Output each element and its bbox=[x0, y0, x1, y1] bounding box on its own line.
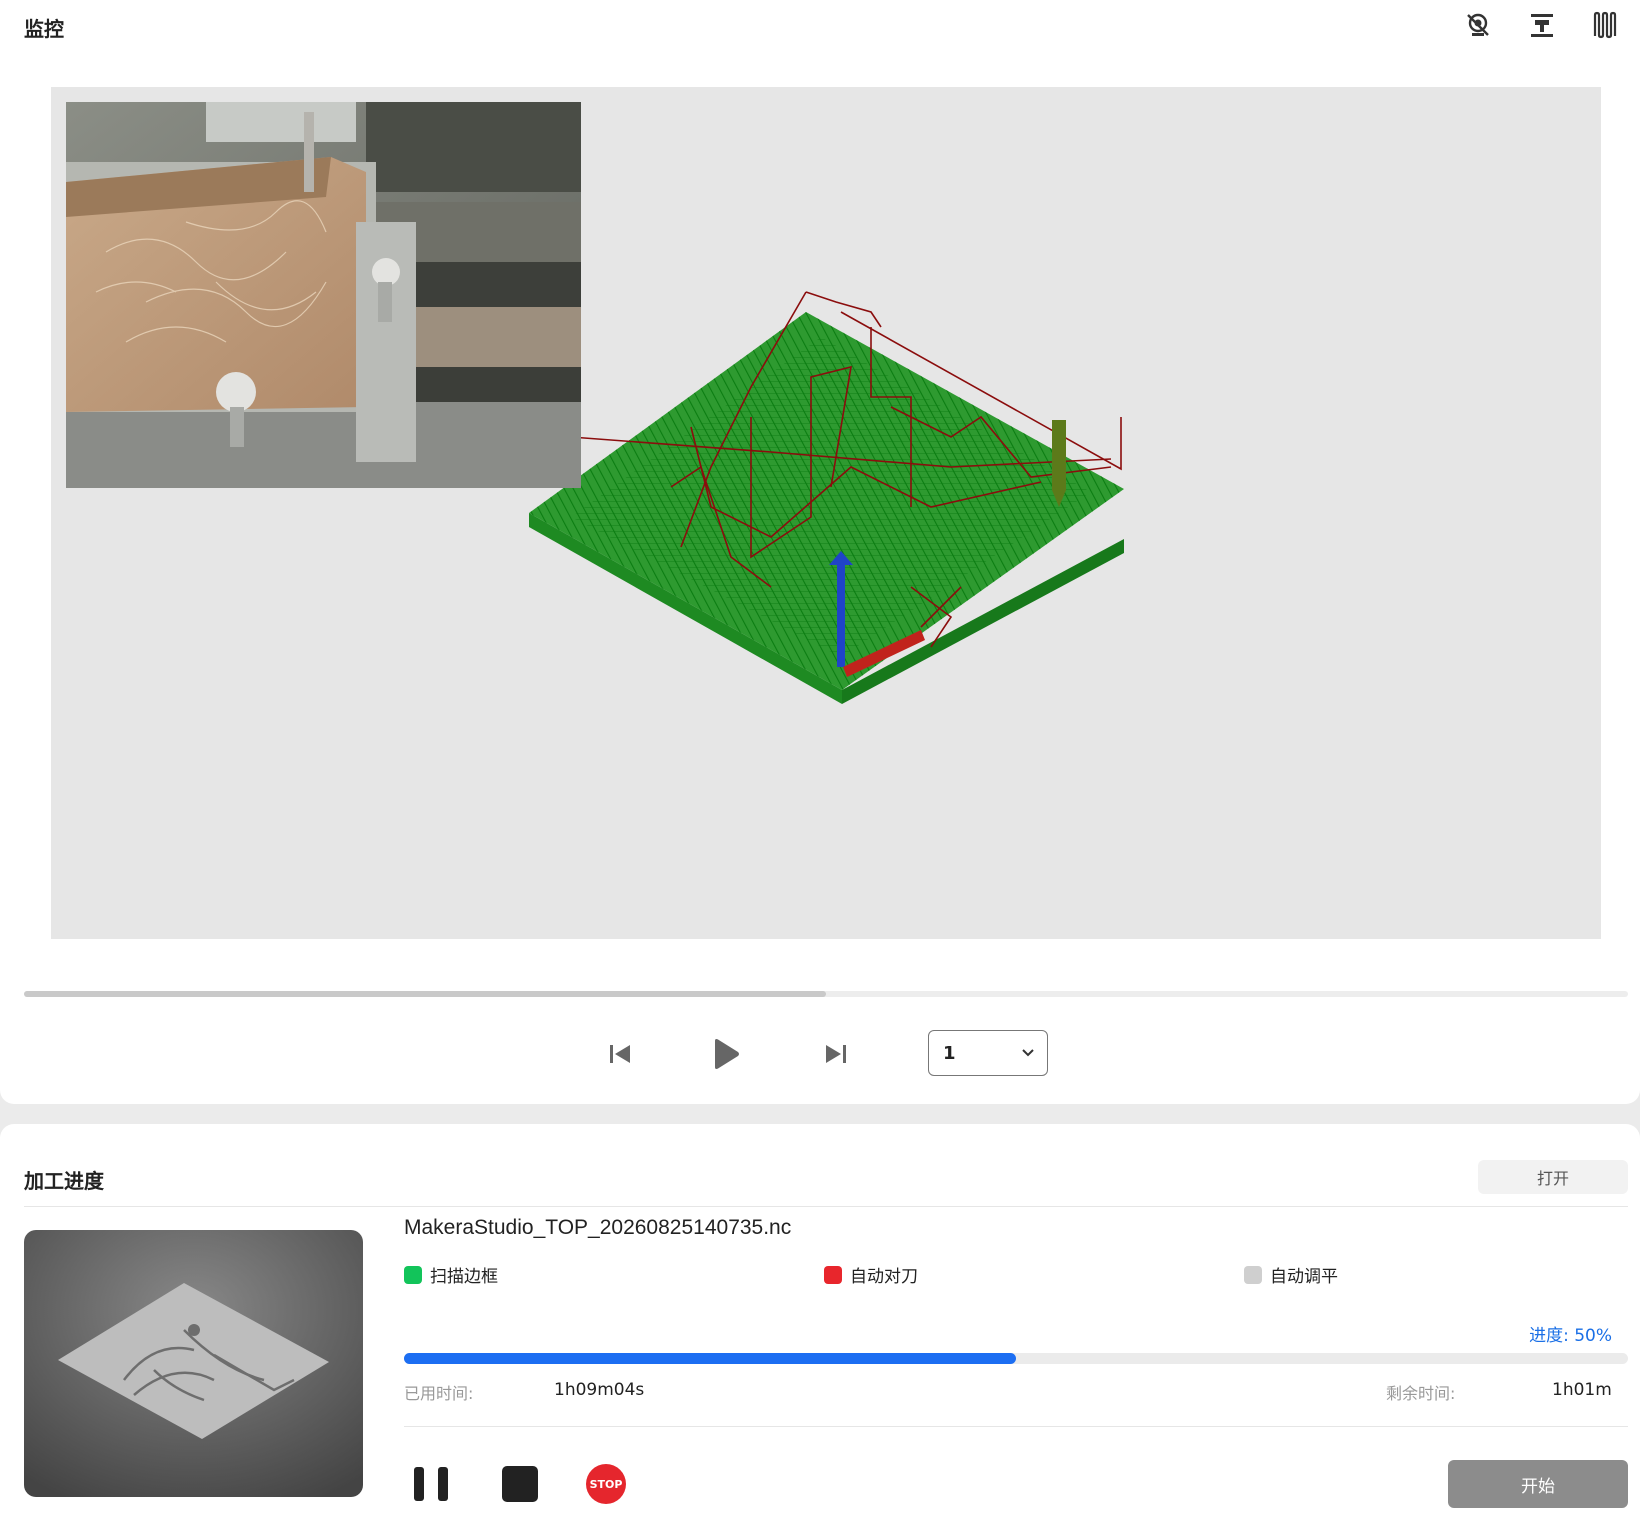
playback-controls: 1 bbox=[0, 1030, 1640, 1078]
step-label: 自动调平 bbox=[1270, 1267, 1338, 1287]
elapsed-time-value: 1h09m04s bbox=[554, 1380, 645, 1400]
section-divider bbox=[24, 1206, 1628, 1207]
step-scan-border: 扫描边框 bbox=[404, 1262, 498, 1287]
job-progress-bar bbox=[404, 1353, 1628, 1364]
stop-button[interactable] bbox=[500, 1462, 540, 1506]
scrubber-fill bbox=[24, 991, 826, 997]
skip-forward-icon bbox=[826, 1045, 846, 1063]
status-dot bbox=[1244, 1265, 1262, 1284]
progress-percent: 进度: 50% bbox=[1529, 1326, 1612, 1346]
status-dot bbox=[404, 1265, 422, 1284]
chevron-down-icon bbox=[1022, 1049, 1034, 1057]
playback-scrubber[interactable] bbox=[24, 991, 1628, 997]
open-button[interactable]: 打开 bbox=[1478, 1160, 1628, 1194]
skip-back-button[interactable] bbox=[600, 1030, 640, 1078]
page-title: 监控 bbox=[24, 17, 64, 41]
header-toolbar bbox=[1458, 10, 1626, 40]
progress-fill bbox=[404, 1353, 1016, 1364]
play-button[interactable] bbox=[704, 1030, 748, 1078]
controls-divider bbox=[404, 1426, 1628, 1427]
remaining-time-value: 1h01m bbox=[1552, 1380, 1612, 1400]
toolpath-viewport[interactable] bbox=[51, 87, 1601, 939]
job-filename: MakeraStudio_TOP_20260825140735.nc bbox=[404, 1216, 792, 1239]
step-label: 自动对刀 bbox=[850, 1267, 918, 1287]
status-dot bbox=[824, 1265, 842, 1284]
stop-square-icon bbox=[502, 1466, 538, 1502]
emergency-stop-button[interactable]: STOP bbox=[584, 1462, 628, 1506]
step-auto-tool-setting: 自动对刀 bbox=[824, 1262, 918, 1287]
spindle-icon[interactable] bbox=[1522, 10, 1562, 40]
job-thumbnail bbox=[24, 1230, 363, 1497]
section-title: 加工进度 bbox=[24, 1169, 104, 1193]
step-label: 扫描边框 bbox=[430, 1267, 498, 1287]
skip-back-icon bbox=[610, 1045, 630, 1063]
camera-feed bbox=[66, 102, 581, 488]
start-button[interactable]: 开始 bbox=[1448, 1460, 1628, 1508]
play-icon bbox=[715, 1039, 739, 1069]
camera-off-icon[interactable] bbox=[1458, 10, 1498, 40]
emergency-stop-icon: STOP bbox=[586, 1464, 626, 1504]
speed-value: 1 bbox=[943, 1042, 956, 1064]
pause-icon bbox=[414, 1467, 448, 1501]
elapsed-time-label: 已用时间: bbox=[404, 1384, 474, 1403]
step-auto-leveling: 自动调平 bbox=[1244, 1262, 1338, 1287]
toolpath-icon[interactable] bbox=[1586, 10, 1626, 40]
remaining-time-label: 剩余时间: bbox=[1386, 1384, 1456, 1403]
pause-button[interactable] bbox=[410, 1462, 452, 1506]
playback-speed-select[interactable]: 1 bbox=[928, 1030, 1048, 1076]
skip-forward-button[interactable] bbox=[816, 1030, 856, 1078]
